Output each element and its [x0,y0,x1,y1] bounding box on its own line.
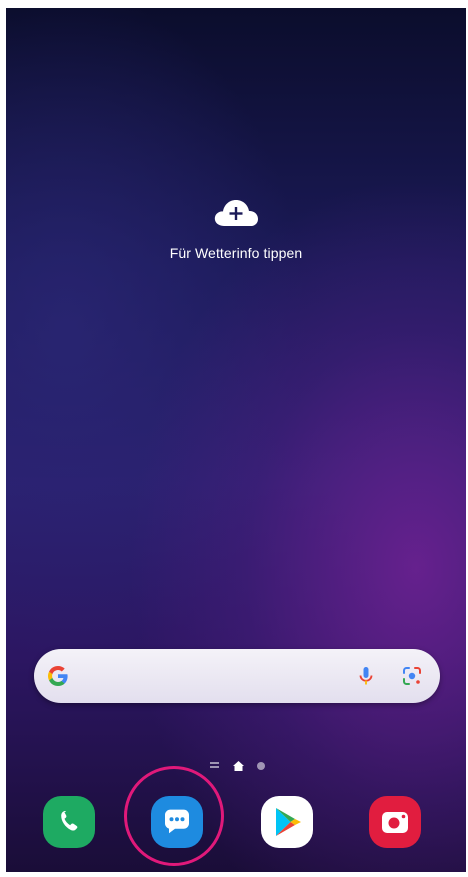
play-store-app-icon[interactable] [261,796,313,848]
camera-icon [382,812,408,833]
home-screen: Für Wetterinfo tippen [6,8,466,872]
microphone-icon[interactable] [354,664,378,688]
page-indicator [206,759,276,773]
messages-icon [165,809,189,834]
weather-widget[interactable]: Für Wetterinfo tippen [6,198,466,261]
google-search-bar[interactable] [34,649,440,703]
phone-app-icon[interactable] [43,796,95,848]
apps-list-indicator-icon[interactable] [210,762,219,770]
camera-app-icon[interactable] [369,796,421,848]
play-store-icon [276,808,301,836]
google-lens-icon[interactable] [400,664,424,688]
weather-label: Für Wetterinfo tippen [169,245,303,261]
cloud-plus-icon [214,200,258,226]
google-g-icon [48,666,68,686]
home-indicator-icon [233,761,244,771]
messages-app-icon[interactable] [151,796,203,848]
phone-icon [61,811,78,831]
page-dot[interactable] [257,762,265,770]
